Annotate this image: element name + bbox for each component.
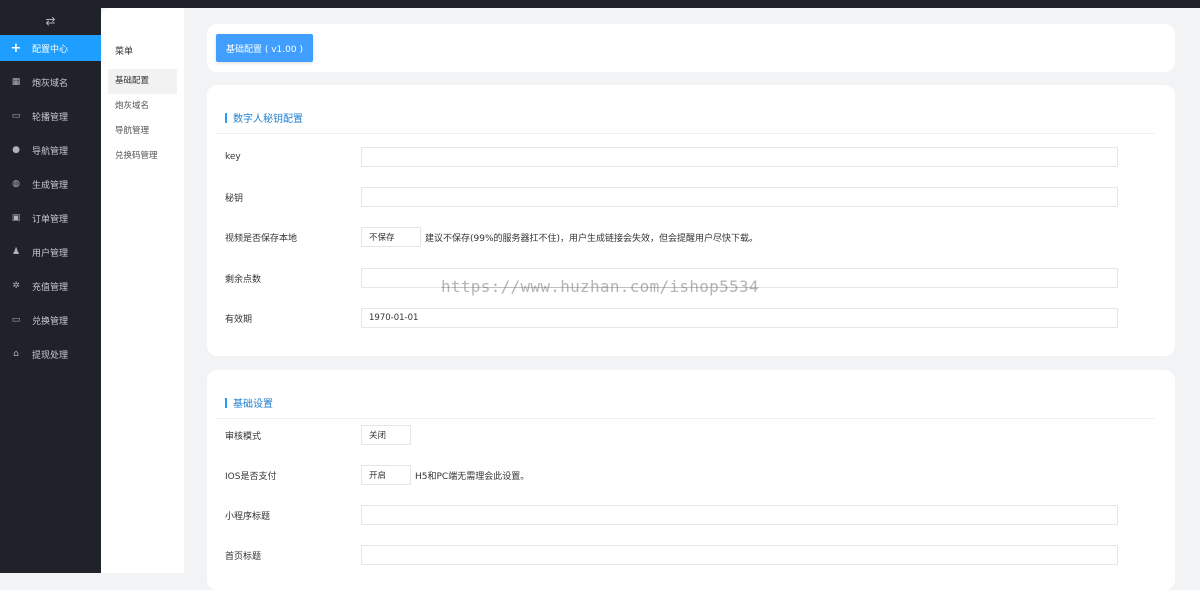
gear-icon: ✲ xyxy=(12,281,20,291)
swap-arrows-icon: ⇄ xyxy=(45,14,56,28)
key-label: key xyxy=(225,152,241,162)
key-input[interactable] xyxy=(361,147,1118,167)
sidebar-item-label: 订单管理 xyxy=(32,214,69,225)
ios-pay-hint: H5和PC端无需理会此设置。 xyxy=(415,471,530,482)
user-icon: ● xyxy=(12,145,20,155)
sidebar-item-domains[interactable]: ▦ 炮灰域名 xyxy=(0,65,101,99)
submenu-item-domains[interactable]: 炮灰域名 xyxy=(108,94,177,119)
section-title-text: 基础设置 xyxy=(233,399,273,410)
card-icon: ▭ xyxy=(11,315,21,325)
main-nav: + 配置中心 ▦ 炮灰域名 ▭ 轮播管理 ● 导航管理 ◍ 生成管理 ▣ 订单管… xyxy=(0,35,101,371)
sidebar-item-label: 轮播管理 xyxy=(32,112,69,123)
save-video-hint: 建议不保存(99%的服务器扛不住)，用户生成链接会失效，但会提醒用户尽快下载。 xyxy=(425,233,759,244)
sidebar-item-exchange[interactable]: ▭ 兑换管理 xyxy=(0,303,101,337)
sidebar-item-recharge[interactable]: ✲ 充值管理 xyxy=(0,269,101,303)
form-row-mini-title: 小程序标题 xyxy=(225,504,1125,526)
sidebar-item-users[interactable]: ♟ 用户管理 xyxy=(0,235,101,269)
section-marker xyxy=(225,397,227,408)
sidebar-item-label: 充值管理 xyxy=(32,282,69,293)
form-row-home-title: 首页标题 xyxy=(225,544,1125,566)
home-title-label: 首页标题 xyxy=(225,551,262,562)
card-icon: ▭ xyxy=(11,111,21,121)
ios-pay-select[interactable]: 开启 xyxy=(361,465,411,485)
sidebar-item-withdraw[interactable]: ⌂ 提现处理 xyxy=(0,337,101,371)
sidebar-item-label: 生成管理 xyxy=(32,180,69,191)
grid-icon: ▦ xyxy=(11,77,21,87)
base-settings-card: 基础设置 审核模式 关闭 IOS是否支付 开启 H5和PC端无需理会此设置。 小… xyxy=(207,370,1175,590)
ticket-icon: ▣ xyxy=(11,213,21,223)
plus-icon: + xyxy=(10,40,22,56)
divider xyxy=(216,418,1155,419)
main-sidebar: ⇄ + 配置中心 ▦ 炮灰域名 ▭ 轮播管理 ● 导航管理 ◍ 生成管理 ▣ 订… xyxy=(0,0,101,573)
secret-label: 秘钥 xyxy=(225,193,244,204)
save-video-label: 视频是否保存本地 xyxy=(225,233,298,244)
sidebar-item-orders[interactable]: ▣ 订单管理 xyxy=(0,201,101,235)
base-config-version-button[interactable]: 基础配置 ( v1.00 ) xyxy=(216,34,313,62)
section-title: 数字人秘钥配置 xyxy=(225,110,303,125)
submenu-list: 基础配置 炮灰域名 导航管理 兑换码管理 xyxy=(108,69,177,169)
mini-title-input[interactable] xyxy=(361,505,1118,525)
sidebar-toggle[interactable]: ⇄ xyxy=(0,8,101,34)
globe-icon: ◍ xyxy=(12,179,20,189)
header-card: 基础配置 ( v1.00 ) xyxy=(207,24,1175,72)
form-row-expiry: 有效期 1970-01-01 xyxy=(225,307,1125,329)
divider xyxy=(216,133,1155,134)
section-title-text: 数字人秘钥配置 xyxy=(233,114,303,125)
sub-menu: 菜单 基础配置 炮灰域名 导航管理 兑换码管理 xyxy=(101,8,185,573)
sidebar-item-config-center[interactable]: + 配置中心 xyxy=(0,35,101,61)
top-bar xyxy=(0,0,1200,8)
submenu-item-base-config[interactable]: 基础配置 xyxy=(108,69,177,94)
expiry-input[interactable]: 1970-01-01 xyxy=(361,308,1118,328)
submenu-title: 菜单 xyxy=(115,47,134,57)
submenu-item-redeem-codes[interactable]: 兑换码管理 xyxy=(108,144,177,169)
sidebar-item-generation[interactable]: ◍ 生成管理 xyxy=(0,167,101,201)
home-title-input[interactable] xyxy=(361,545,1118,565)
sidebar-item-label: 兑换管理 xyxy=(32,316,69,327)
form-row-review: 审核模式 关闭 xyxy=(225,424,1125,446)
sidebar-item-label: 提现处理 xyxy=(32,350,69,361)
form-row-save-video: 视频是否保存本地 不保存 建议不保存(99%的服务器扛不住)，用户生成链接会失效… xyxy=(225,226,1125,248)
form-row-key: key xyxy=(225,146,1125,168)
sidebar-item-label: 导航管理 xyxy=(32,146,69,157)
mini-title-label: 小程序标题 xyxy=(225,511,271,522)
review-mode-select[interactable]: 关闭 xyxy=(361,425,411,445)
sidebar-item-navigation[interactable]: ● 导航管理 xyxy=(0,133,101,167)
sidebar-item-carousel[interactable]: ▭ 轮播管理 xyxy=(0,99,101,133)
watermark-text: https://www.huzhan.com/ishop5534 xyxy=(441,277,759,296)
section-marker xyxy=(225,112,227,123)
section-title: 基础设置 xyxy=(225,395,273,410)
submenu-item-navigation[interactable]: 导航管理 xyxy=(108,119,177,144)
save-video-select[interactable]: 不保存 xyxy=(361,227,421,247)
points-label: 剩余点数 xyxy=(225,274,262,285)
expiry-label: 有效期 xyxy=(225,314,253,325)
key-config-card: 数字人秘钥配置 key 秘钥 视频是否保存本地 不保存 建议不保存(99%的服务… xyxy=(207,85,1175,356)
ios-pay-label: IOS是否支付 xyxy=(225,471,277,482)
form-row-secret: 秘钥 xyxy=(225,186,1125,208)
sidebar-item-label: 炮灰域名 xyxy=(32,78,69,89)
sidebar-item-label: 用户管理 xyxy=(32,248,69,259)
review-label: 审核模式 xyxy=(225,431,262,442)
users-icon: ♟ xyxy=(11,247,21,257)
sidebar-item-label: 配置中心 xyxy=(32,44,69,55)
form-row-ios-pay: IOS是否支付 开启 H5和PC端无需理会此设置。 xyxy=(225,464,1125,486)
secret-input[interactable] xyxy=(361,187,1118,207)
home-icon: ⌂ xyxy=(13,349,19,359)
